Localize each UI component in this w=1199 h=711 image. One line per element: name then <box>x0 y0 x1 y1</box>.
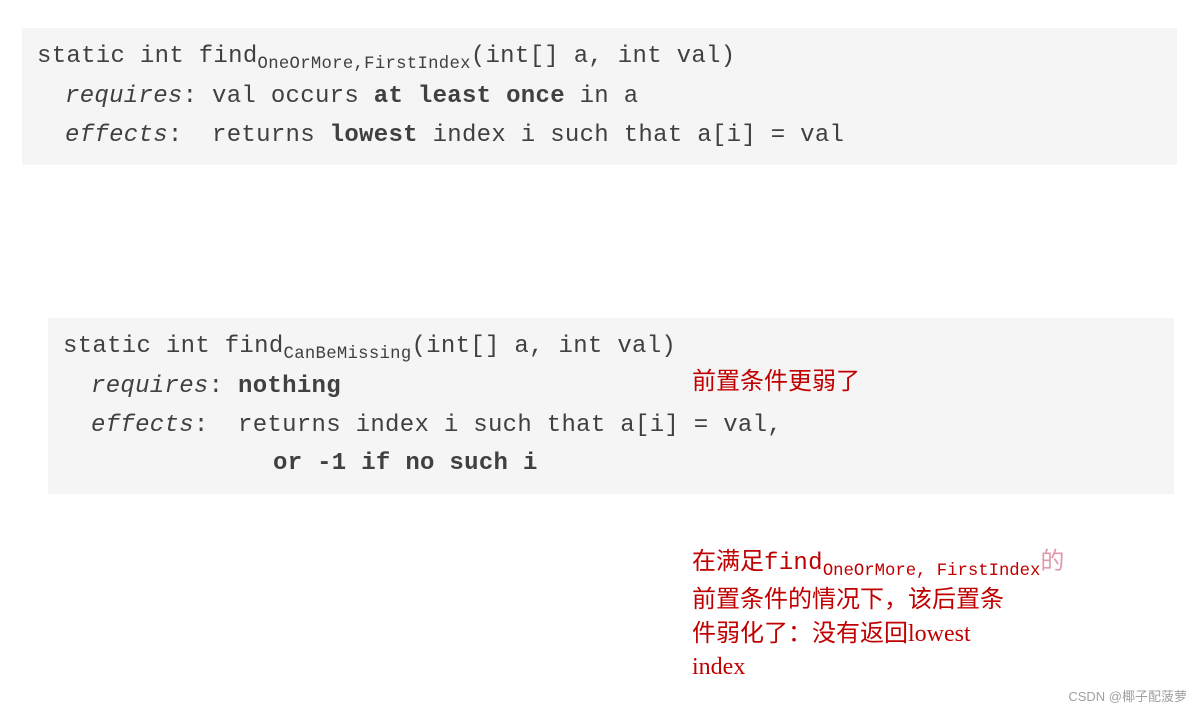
eff1-pre: : returns <box>168 122 330 149</box>
sig2-sub: CanBeMissing <box>284 345 412 364</box>
sig2-pre: static int find <box>63 333 284 360</box>
eff2-text: : returns index i such that a[i] = val, <box>194 412 782 439</box>
eff2-bold: or -1 if no such i <box>273 450 538 477</box>
annot2-l1-sub: OneOrMore, FirstIndex <box>823 562 1041 581</box>
req2-pre: : <box>209 373 238 400</box>
signature-line-2: static int findCanBeMissing(int[] a, int… <box>63 328 1159 368</box>
annotation-2: 在满足findOneOrMore, FirstIndex的 前置条件的情况下，该… <box>692 546 1182 685</box>
annot2-line4: index <box>692 651 1182 685</box>
annot2-line1: 在满足findOneOrMore, FirstIndex的 <box>692 546 1182 584</box>
sig1-post: (int[] a, int val) <box>471 43 736 70</box>
eff1-post: index i such that a[i] = val <box>418 122 844 149</box>
sig2-post: (int[] a, int val) <box>411 333 676 360</box>
req2-bold: nothing <box>238 373 341 400</box>
eff1-label: effects <box>65 122 168 149</box>
effects-line-1: effects: returns lowest index i such tha… <box>37 117 1162 155</box>
eff2-label: effects <box>91 412 194 439</box>
annot2-l1-post: 的 <box>1040 549 1064 575</box>
annot2-line3: 件弱化了：没有返回lowest <box>692 618 1182 652</box>
sig1-pre: static int find <box>37 43 258 70</box>
annot2-l1-find: find <box>764 550 823 577</box>
code-block-2: static int findCanBeMissing(int[] a, int… <box>48 318 1174 494</box>
requires-line-2: requires: nothing <box>63 368 1159 406</box>
eff1-bold: lowest <box>330 122 418 149</box>
annot2-line2: 前置条件的情况下，该后置条 <box>692 584 1182 618</box>
sig1-sub: OneOrMore,FirstIndex <box>258 55 471 74</box>
watermark: CSDN @椰子配菠萝 <box>1068 686 1187 705</box>
req1-post: in a <box>565 83 639 110</box>
req1-bold: at least once <box>374 83 565 110</box>
req2-label: requires <box>91 373 209 400</box>
annotation-1: 前置条件更弱了 <box>692 366 860 400</box>
req1-label: requires <box>65 83 183 110</box>
annot2-l1-pre: 在满足 <box>692 549 764 575</box>
code-block-1: static int findOneOrMore,FirstIndex(int[… <box>22 28 1177 165</box>
req1-pre: : val occurs <box>183 83 374 110</box>
requires-line-1: requires: val occurs at least once in a <box>37 78 1162 116</box>
effects-line-2b: or -1 if no such i <box>63 445 1159 483</box>
effects-line-2a: effects: returns index i such that a[i] … <box>63 407 1159 445</box>
signature-line-1: static int findOneOrMore,FirstIndex(int[… <box>37 38 1162 78</box>
